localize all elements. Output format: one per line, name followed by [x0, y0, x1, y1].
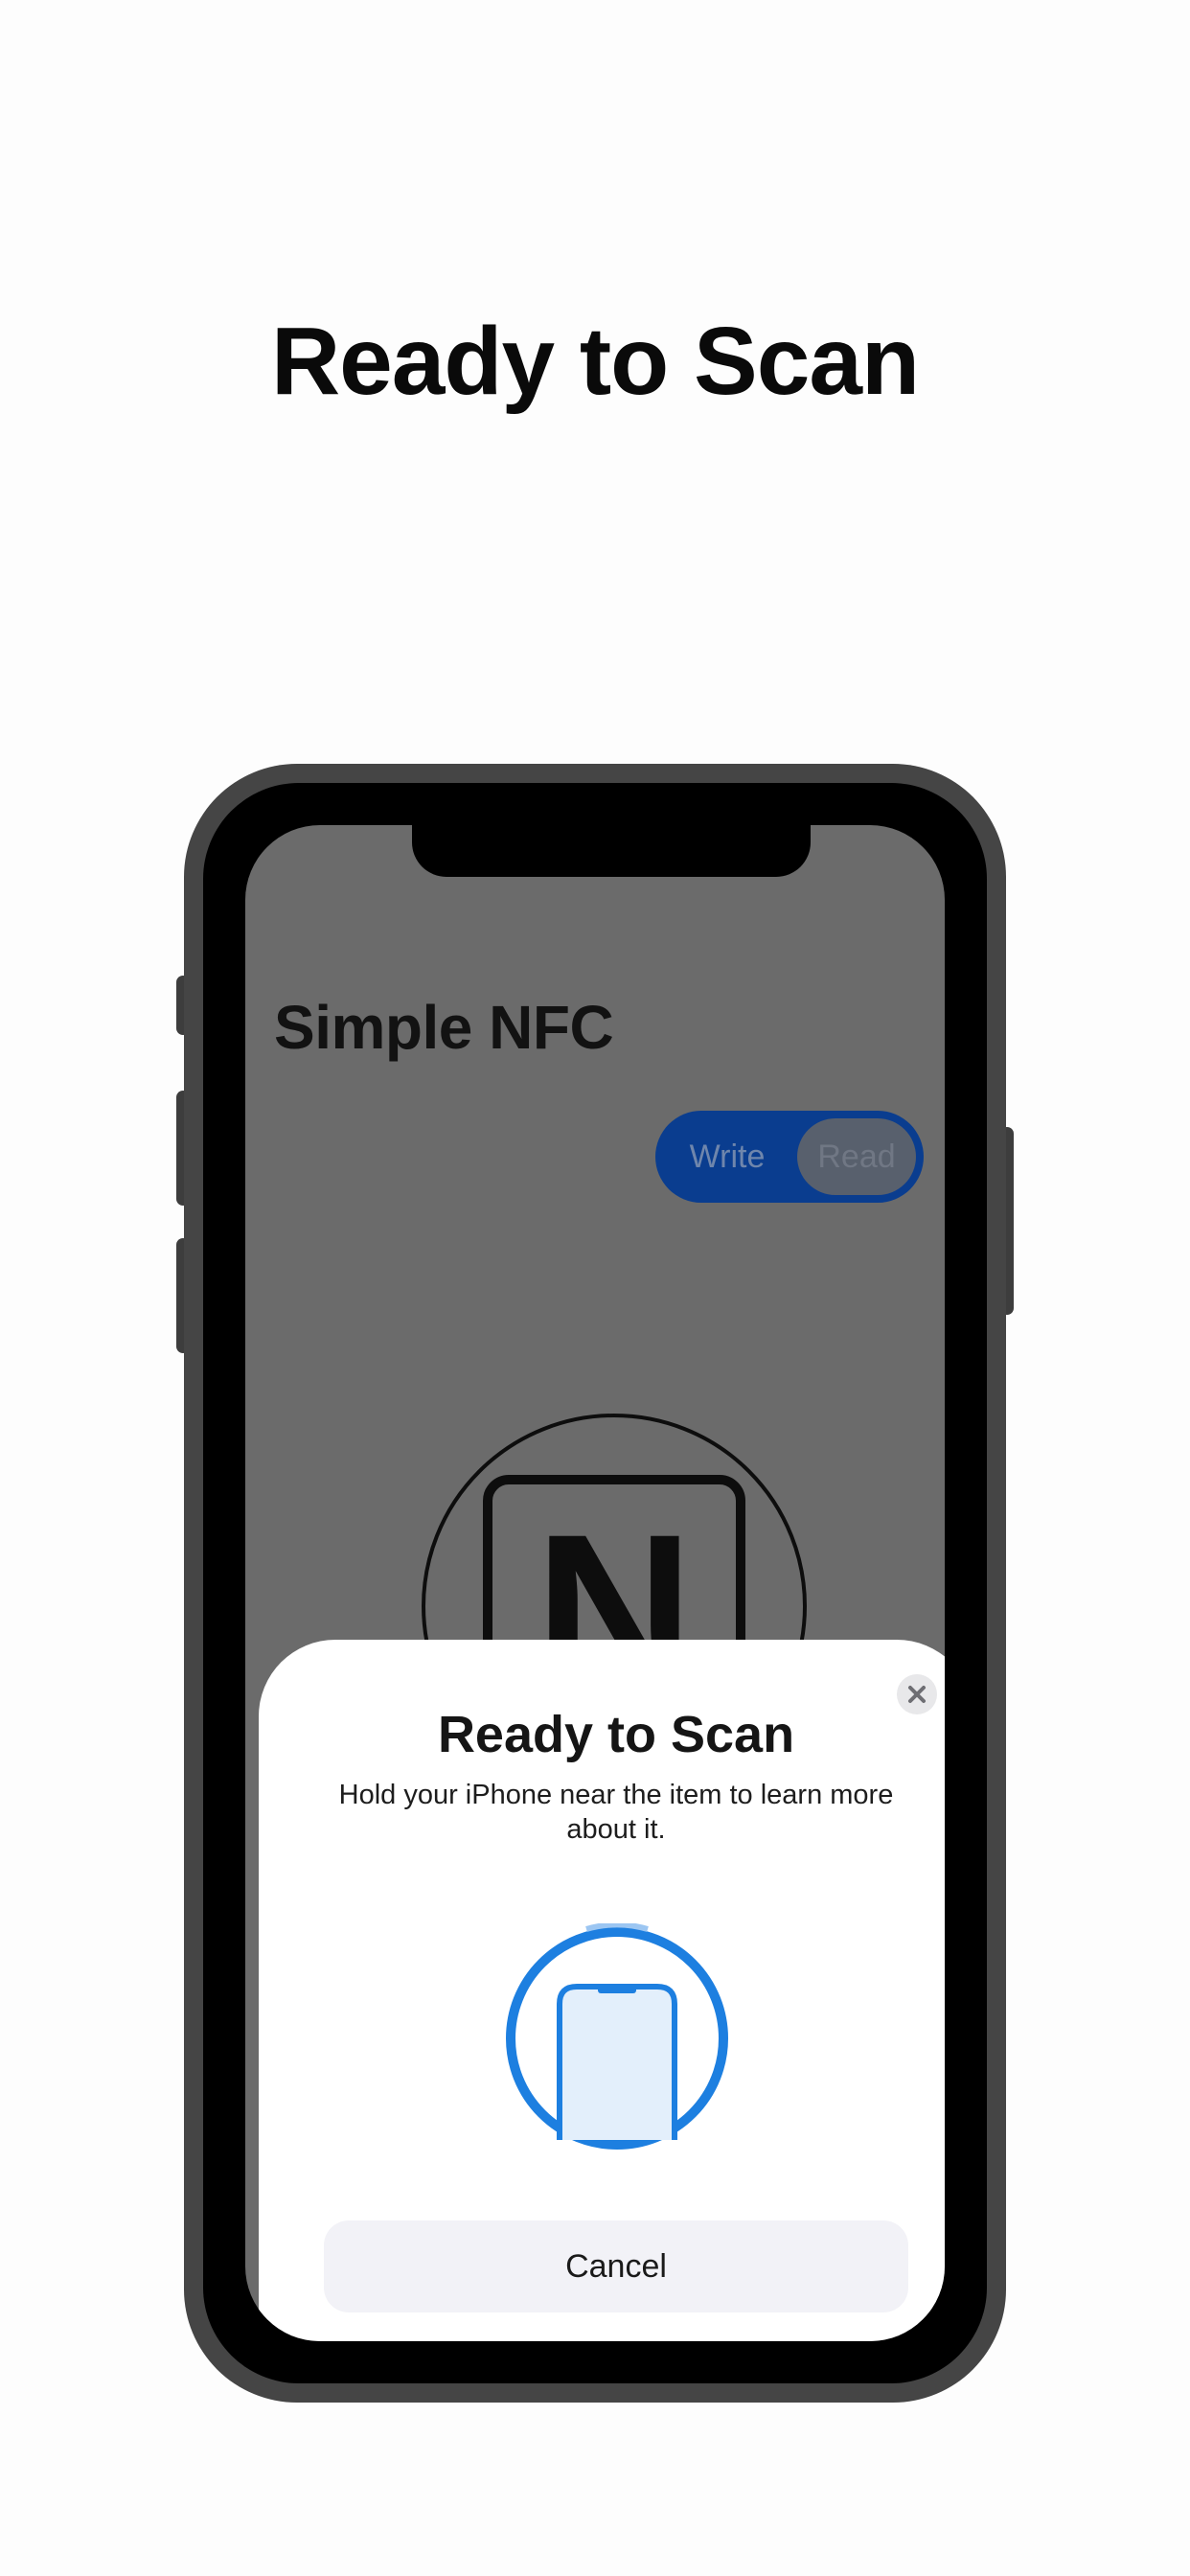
phone-bezel: Simple NFC Write Read N Ready to Scan Ho… [203, 783, 987, 2383]
phone-notch [412, 825, 811, 877]
sheet-subtitle: Hold your iPhone near the item to learn … [338, 1780, 894, 1845]
phone-scan-icon [506, 1923, 728, 2150]
app-title: Simple NFC [274, 993, 614, 1062]
cancel-button[interactable]: Cancel [324, 2220, 908, 2312]
phone-frame: Simple NFC Write Read N Ready to Scan Ho… [184, 764, 1006, 2403]
sheet-title: Ready to Scan [437, 1706, 795, 1763]
promo-headline: Ready to Scan [270, 308, 920, 415]
segment-write[interactable]: Write [665, 1111, 790, 1203]
mode-segmented-control[interactable]: Write Read [655, 1111, 924, 1203]
phone-screen: Simple NFC Write Read N Ready to Scan Ho… [245, 825, 945, 2341]
scan-sheet: Ready to Scan Hold your iPhone near the … [259, 1640, 945, 2341]
segment-read[interactable]: Read [797, 1118, 916, 1195]
